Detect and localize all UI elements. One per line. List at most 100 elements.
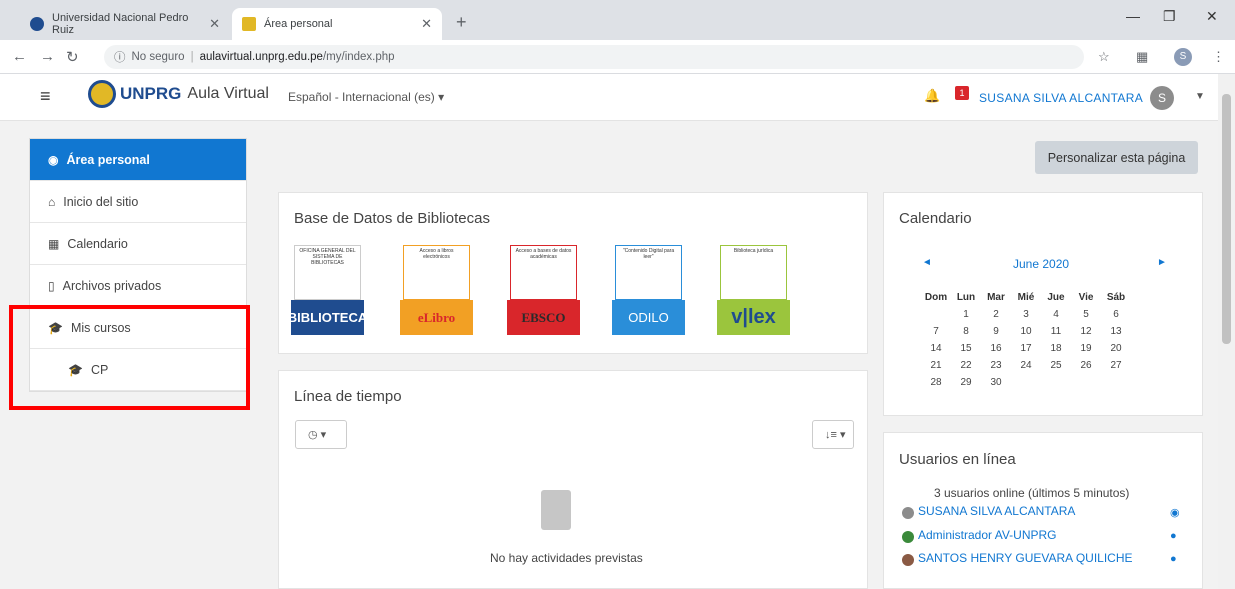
library-link-ebsco[interactable]: Acceso a bases de datos académicas EBSCO	[507, 242, 580, 335]
user-avatar	[902, 554, 914, 566]
online-summary: 3 usuarios online (últimos 5 minutos)	[934, 486, 1130, 500]
calendar-day[interactable]: 18	[1041, 340, 1071, 357]
notifications-bell-icon[interactable]: 🔔	[924, 88, 940, 104]
browser-profile-avatar[interactable]: S	[1174, 48, 1192, 66]
sidebar-item-label: Archivos privados	[62, 278, 162, 293]
library-logo: ODILO	[612, 300, 685, 335]
message-icon[interactable]: ●	[1170, 553, 1177, 565]
calendar-day[interactable]: 10	[1011, 323, 1041, 340]
calendar-day[interactable]: 24	[1011, 357, 1041, 374]
timeline-empty-message: No hay actividades previstas	[490, 551, 643, 565]
calendar-day[interactable]: 29	[951, 374, 981, 391]
timeline-filter-dropdown[interactable]: ◷ ▾	[295, 420, 347, 449]
calendar-day[interactable]: 16	[981, 340, 1011, 357]
restore-icon[interactable]: ❐	[1163, 8, 1176, 25]
url-host: aulavirtual.unprg.edu.pe	[199, 51, 323, 63]
url-bar[interactable]: ⓘ No seguro | aulavirtual.unprg.edu.pe /…	[104, 45, 1084, 69]
reload-icon[interactable]: ↻	[66, 48, 79, 66]
sidebar-item-area-personal[interactable]: ◉ Área personal	[30, 139, 246, 181]
calendar-day[interactable]: 3	[1011, 306, 1041, 323]
calendar-day[interactable]: 22	[951, 357, 981, 374]
calendar-day[interactable]: 28	[921, 374, 951, 391]
calendar-month[interactable]: June 2020	[1013, 257, 1069, 271]
close-window-icon[interactable]: ✕	[1206, 8, 1218, 25]
library-logo: eLibro	[400, 300, 473, 335]
site-logo[interactable]: UNPRG Aula Virtual	[88, 80, 269, 108]
weekday-label: Mar	[987, 292, 1005, 303]
calendar-day[interactable]: 26	[1071, 357, 1101, 374]
weekday-label: Jue	[1047, 292, 1065, 303]
back-icon[interactable]: ←	[12, 48, 27, 65]
calendar-day[interactable]: 6	[1101, 306, 1131, 323]
user-avatar	[902, 507, 914, 519]
browser-menu-icon[interactable]: ⋮	[1212, 49, 1225, 65]
library-link-vlex[interactable]: Biblioteca jurídica v|lex	[717, 242, 790, 335]
calendar-day[interactable]: 8	[951, 323, 981, 340]
bookmark-star-icon[interactable]: ☆	[1098, 49, 1110, 65]
online-user-link[interactable]: SANTOS HENRY GUEVARA QUILICHE	[918, 551, 1133, 565]
timeline-sort-dropdown[interactable]: ↓≡ ▾	[812, 420, 854, 449]
eye-icon[interactable]: ◉	[1170, 506, 1180, 519]
calendar-day[interactable]: 21	[921, 357, 951, 374]
browser-tab[interactable]: Universidad Nacional Pedro Ruiz ✕	[20, 8, 230, 40]
calendar-day[interactable]: 25	[1041, 357, 1071, 374]
library-link-elibro[interactable]: Acceso a libros electrónicos eLibro	[400, 242, 473, 335]
online-user-link[interactable]: Administrador AV-UNPRG	[918, 528, 1057, 542]
address-toolbar: ← → ↻ ⓘ No seguro | aulavirtual.unprg.ed…	[0, 40, 1235, 74]
user-avatar[interactable]: S	[1150, 86, 1174, 110]
customize-page-button[interactable]: Personalizar esta página	[1035, 141, 1198, 174]
messages-badge[interactable]: 1	[955, 86, 969, 100]
library-logo: BIBLIOTECA	[288, 300, 367, 335]
new-tab-icon[interactable]: +	[456, 12, 467, 33]
sidebar-item-calendario[interactable]: ▦ Calendario	[30, 223, 246, 265]
page-scrollbar[interactable]	[1218, 74, 1235, 589]
calendar-day[interactable]: 2	[981, 306, 1011, 323]
browser-tab-active[interactable]: Área personal ✕	[232, 8, 442, 40]
user-menu-caret-icon[interactable]: ▼	[1195, 91, 1205, 102]
next-month-icon[interactable]: ►	[1157, 257, 1167, 268]
calendar-day[interactable]: 1	[951, 306, 981, 323]
brand-name: UNPRG	[120, 84, 182, 103]
user-name[interactable]: SUSANA SILVA ALCANTARA	[979, 91, 1143, 105]
app-name: Aula Virtual	[187, 85, 269, 102]
calendar-day[interactable]: 12	[1071, 323, 1101, 340]
sort-icon: ↓≡ ▾	[825, 429, 846, 441]
week-row: 28 29 30	[921, 374, 1131, 391]
language-selector[interactable]: Español - Internacional (es) ▾	[288, 90, 444, 104]
info-icon[interactable]: ⓘ	[114, 49, 126, 65]
calendar-day[interactable]: 19	[1071, 340, 1101, 357]
extensions-icon[interactable]: ▦	[1136, 49, 1148, 65]
message-icon[interactable]: ●	[1170, 530, 1177, 542]
library-link-biblioteca[interactable]: OFICINA GENERAL DEL SISTEMA DE BIBLIOTEC…	[288, 242, 367, 335]
sidebar-item-inicio[interactable]: ⌂ Inicio del sitio	[30, 181, 246, 223]
online-user-link[interactable]: SUSANA SILVA ALCANTARA	[918, 504, 1075, 518]
calendar-day[interactable]: 23	[981, 357, 1011, 374]
calendar-day[interactable]: 4	[1041, 306, 1071, 323]
calendar-day[interactable]: 30	[981, 374, 1011, 391]
sidebar-item-label: Área personal	[66, 152, 150, 167]
calendar-day[interactable]: 7	[921, 323, 951, 340]
calendar-day[interactable]: 11	[1041, 323, 1071, 340]
calendar-day[interactable]: 15	[951, 340, 981, 357]
library-link-odilo[interactable]: "Contenido Digital para leer" ODILO	[612, 242, 685, 335]
forward-icon[interactable]: →	[40, 48, 55, 65]
calendar-day[interactable]: 13	[1101, 323, 1131, 340]
calendar-day[interactable]: 5	[1071, 306, 1101, 323]
close-tab-icon[interactable]: ✕	[209, 16, 220, 32]
scrollbar-thumb[interactable]	[1222, 94, 1231, 344]
calendar-day	[1041, 374, 1071, 391]
calendar-day[interactable]: 9	[981, 323, 1011, 340]
prev-month-icon[interactable]: ◄	[922, 257, 932, 268]
minimize-icon[interactable]: —	[1126, 8, 1140, 24]
calendar-day[interactable]: 27	[1101, 357, 1131, 374]
university-seal-icon	[88, 80, 116, 108]
block-title: Línea de tiempo	[294, 388, 402, 405]
hamburger-menu-icon[interactable]: ≡	[40, 86, 51, 107]
user-avatar	[902, 531, 914, 543]
sidebar-item-archivos[interactable]: ▯ Archivos privados	[30, 265, 246, 307]
close-tab-icon[interactable]: ✕	[421, 16, 432, 32]
calendar-day[interactable]: 17	[1011, 340, 1041, 357]
calendar-day[interactable]: 20	[1101, 340, 1131, 357]
calendar-day[interactable]: 14	[921, 340, 951, 357]
tab-label: Área personal	[264, 18, 333, 30]
